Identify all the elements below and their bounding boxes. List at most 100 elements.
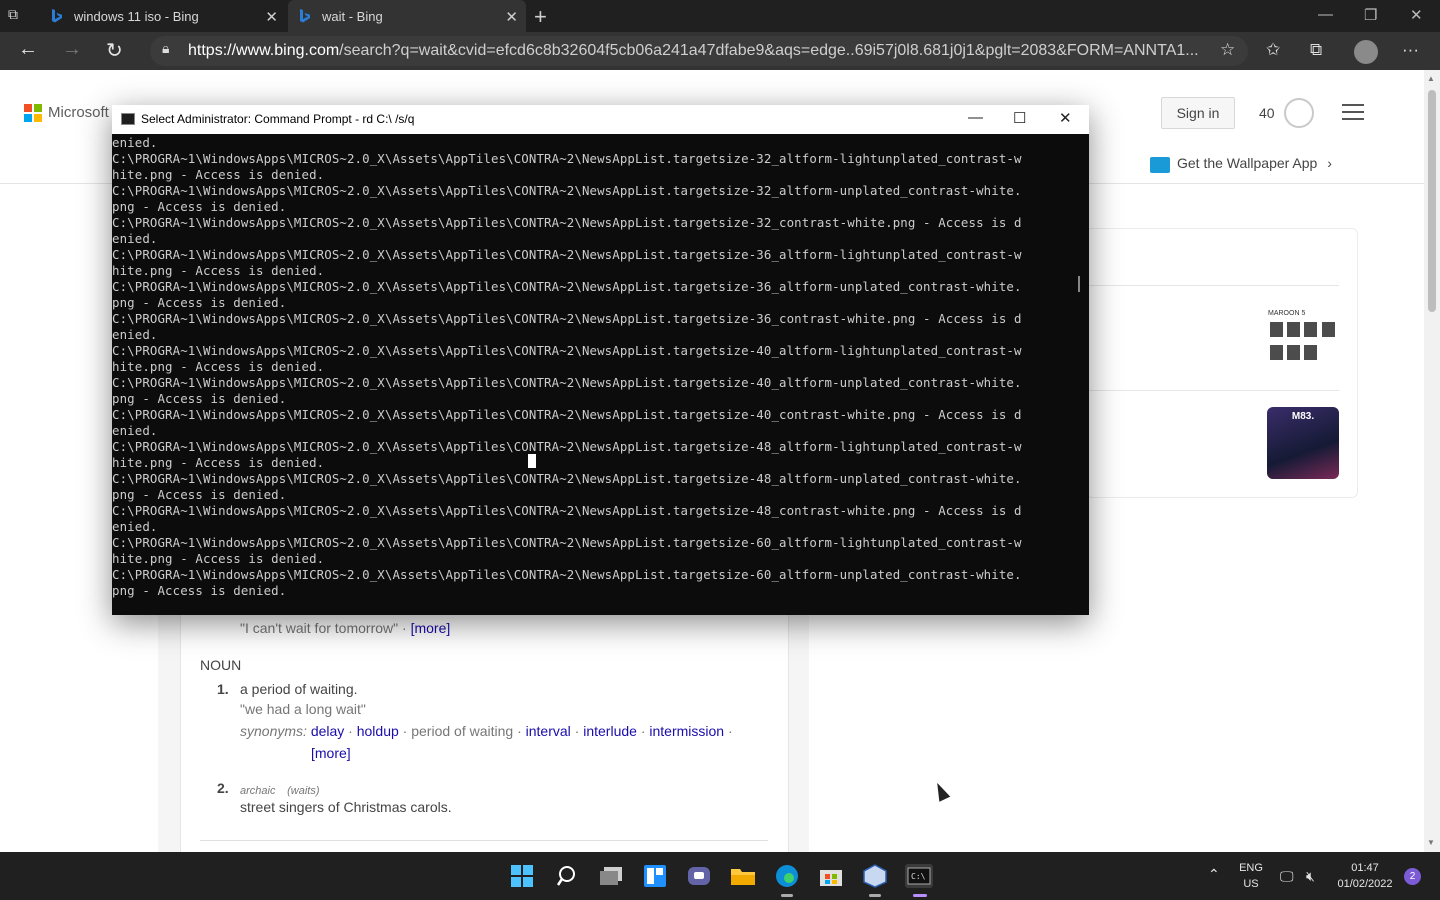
hamburger-menu-icon[interactable] <box>1342 104 1364 120</box>
search-icon[interactable] <box>554 864 580 888</box>
cmd-line: C:\PROGRA~1\WindowsApps\MICROS~2.0_X\Ass… <box>112 567 1022 582</box>
show-hidden-icons-icon[interactable]: ⌃ <box>1208 866 1220 883</box>
synonyms-row: synonyms: delay · holdup · period of wai… <box>240 723 733 739</box>
cmd-scroll-indicator[interactable] <box>1078 276 1080 292</box>
clock[interactable]: 01:47 01/02/2022 <box>1334 862 1396 890</box>
command-prompt-window[interactable]: Select Administrator: Command Prompt - r… <box>112 105 1089 615</box>
synonym-link[interactable]: interval <box>526 723 571 739</box>
notification-badge[interactable]: 2 <box>1404 868 1421 885</box>
cmd-maximize-icon[interactable]: ☐ <box>1013 109 1026 127</box>
cmd-line: C:\PROGRA~1\WindowsApps\MICROS~2.0_X\Ass… <box>112 151 1022 166</box>
part-of-speech: NOUN <box>200 657 242 673</box>
cmd-line: png - Access is denied. <box>112 199 287 214</box>
synonym-link[interactable]: intermission <box>649 723 724 739</box>
virtualbox-icon[interactable] <box>862 864 888 888</box>
close-window-icon[interactable]: ✕ <box>1410 6 1423 24</box>
cmd-line: C:\PROGRA~1\WindowsApps\MICROS~2.0_X\Ass… <box>112 503 1022 518</box>
browser-tab-strip: ⧉ windows 11 iso - Bing ✕ wait - Bing ✕ … <box>0 0 1440 32</box>
sense-number: 2. <box>217 780 229 796</box>
page-gutter <box>789 614 809 852</box>
cmd-line: hite.png - Access is denied. <box>112 167 325 182</box>
microsoft-logo[interactable] <box>24 104 42 122</box>
favorites-icon[interactable]: ✩ <box>1266 40 1280 60</box>
more-options-icon[interactable]: ··· <box>1402 40 1419 60</box>
file-explorer-icon[interactable] <box>730 864 756 888</box>
cmd-line: enied. <box>112 231 158 246</box>
tab-close-icon[interactable]: ✕ <box>265 8 278 26</box>
sign-in-button[interactable]: Sign in <box>1161 97 1235 129</box>
widgets-icon[interactable] <box>642 864 668 888</box>
tab-title: windows 11 iso - Bing <box>74 8 199 24</box>
rewards-trophy-icon[interactable] <box>1284 98 1314 128</box>
example-quote: "I can't wait for tomorrow" · [more] <box>240 620 451 636</box>
card-divider <box>1086 390 1339 391</box>
cmd-title-bar[interactable]: Select Administrator: Command Prompt - r… <box>112 105 1089 134</box>
language-indicator[interactable]: ENG US <box>1234 862 1268 890</box>
sense-definition: street singers of Christmas carols. <box>240 799 452 815</box>
taskbar <box>0 852 1440 900</box>
cmd-line: C:\PROGRA~1\WindowsApps\MICROS~2.0_X\Ass… <box>112 535 1022 550</box>
tab-wait[interactable]: wait - Bing ✕ <box>288 0 526 32</box>
task-view-icon[interactable] <box>598 864 624 888</box>
album-thumbnail-m83[interactable]: M83. <box>1267 407 1339 479</box>
synonym-link[interactable]: holdup <box>357 723 399 739</box>
wallpaper-app-link[interactable]: Get the Wallpaper App › <box>1177 155 1332 171</box>
restore-icon[interactable]: ❐ <box>1364 6 1377 24</box>
cmd-line: enied. <box>112 519 158 534</box>
minimize-icon[interactable]: — <box>1318 6 1333 23</box>
network-icon[interactable]: 🖵︎ <box>1280 868 1294 885</box>
microsoft-logo-text[interactable]: Microsoft <box>48 104 109 121</box>
volume-muted-icon[interactable]: 🔇︎ <box>1306 868 1315 885</box>
tab-windows-11-iso[interactable]: windows 11 iso - Bing ✕ <box>50 0 286 32</box>
cmd-line: C:\PROGRA~1\WindowsApps\MICROS~2.0_X\Ass… <box>112 311 1022 326</box>
sense-tags: archaic (waits) <box>240 785 320 797</box>
refresh-icon[interactable]: ↻ <box>106 38 123 63</box>
cmd-close-icon[interactable]: ✕ <box>1059 109 1072 127</box>
synonym-link[interactable]: delay <box>311 723 344 739</box>
scroll-thumb[interactable] <box>1428 90 1436 312</box>
synonym-text: period of waiting <box>411 723 514 739</box>
synonym-link[interactable]: interlude <box>583 723 637 739</box>
cmd-line: hite.png - Access is denied. <box>112 551 325 566</box>
forward-icon[interactable]: → <box>62 38 82 61</box>
profile-avatar[interactable] <box>1354 40 1378 64</box>
cmd-output[interactable]: enied. C:\PROGRA~1\WindowsApps\MICROS~2.… <box>112 135 1089 615</box>
cmd-icon <box>121 113 135 125</box>
edge-browser-icon[interactable] <box>774 864 800 888</box>
cmd-line: enied. <box>112 135 158 150</box>
scroll-down-icon[interactable]: ▼ <box>1427 838 1435 847</box>
lock-icon[interactable]: 🔒︎ <box>162 40 169 57</box>
cmd-line: C:\PROGRA~1\WindowsApps\MICROS~2.0_X\Ass… <box>112 247 1022 262</box>
album-thumbnail-maroon5[interactable]: MAROON 5 <box>1268 310 1338 372</box>
cmd-line: hite.png - Access is denied. <box>112 455 325 470</box>
scroll-up-icon[interactable]: ▲ <box>1427 74 1435 83</box>
address-bar[interactable]: https://www.bing.com/search?q=wait&cvid=… <box>150 36 1248 66</box>
bing-icon <box>300 9 310 23</box>
active-window-indicator <box>913 894 927 897</box>
cmd-line: C:\PROGRA~1\WindowsApps\MICROS~2.0_X\Ass… <box>112 407 1022 422</box>
rewards-points[interactable]: 40 <box>1259 105 1275 121</box>
cmd-line: png - Access is denied. <box>112 487 287 502</box>
sense-number: 1. <box>217 681 229 697</box>
running-indicator <box>781 894 793 897</box>
sense-example: "we had a long wait" <box>240 701 366 717</box>
more-link[interactable]: [more] <box>411 620 451 636</box>
cmd-line: hite.png - Access is denied. <box>112 359 325 374</box>
collections-icon[interactable]: ⧉ <box>1310 40 1322 60</box>
new-tab-button[interactable]: + <box>534 4 547 30</box>
start-button-icon[interactable] <box>509 864 535 888</box>
more-link[interactable]: [more] <box>311 745 351 761</box>
cmd-line: hite.png - Access is denied. <box>112 263 325 278</box>
command-prompt-taskbar-icon[interactable]: C:\ <box>905 864 933 888</box>
cmd-line: C:\PROGRA~1\WindowsApps\MICROS~2.0_X\Ass… <box>112 279 1022 294</box>
add-favorite-icon[interactable]: ☆ <box>1220 40 1235 60</box>
sense-definition: a period of waiting. <box>240 681 358 697</box>
svg-text:C:\: C:\ <box>911 872 926 881</box>
microsoft-store-icon[interactable] <box>818 864 844 888</box>
back-icon[interactable]: ← <box>18 38 38 61</box>
tab-actions-icon[interactable]: ⧉ <box>8 6 38 28</box>
card-divider <box>1086 285 1339 286</box>
tab-close-icon[interactable]: ✕ <box>505 8 518 26</box>
cmd-minimize-icon[interactable]: — <box>968 109 983 126</box>
chat-icon[interactable] <box>686 864 712 888</box>
